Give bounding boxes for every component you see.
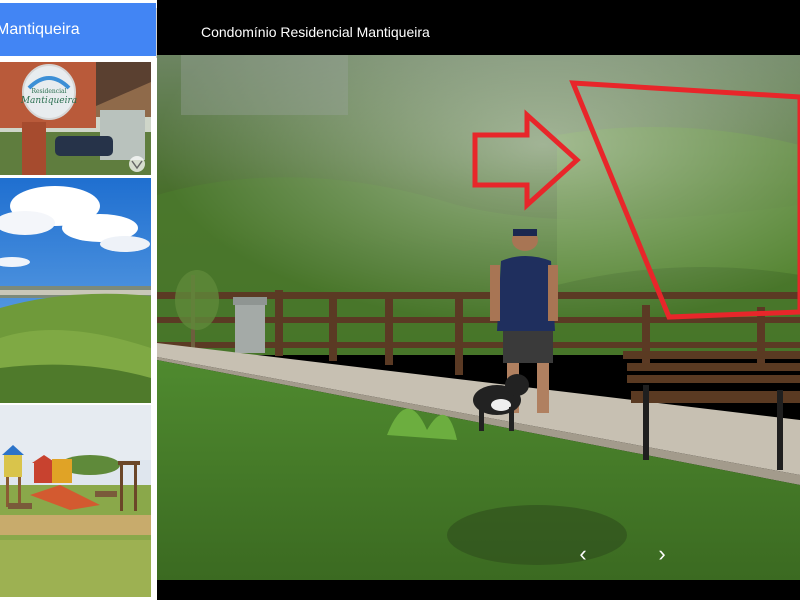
photo-sidebar: Mantiqueira Residencial Mantiqueira xyxy=(0,0,156,600)
thumbnail-playground[interactable] xyxy=(0,405,151,597)
sign-text-line-2: Mantiqueira xyxy=(20,96,77,106)
sign-text-line-1: Residencial xyxy=(31,88,66,95)
sidebar-header: Mantiqueira xyxy=(0,3,156,56)
previous-photo-button[interactable]: ‹ xyxy=(571,540,595,568)
main-photo[interactable] xyxy=(157,55,800,580)
sidebar-title: Mantiqueira xyxy=(0,21,80,38)
thumbnail-hillside[interactable] xyxy=(0,178,151,403)
thumbnail-entrance-sign[interactable]: Residencial Mantiqueira xyxy=(0,62,151,175)
next-photo-button[interactable]: › xyxy=(650,540,674,568)
photo-viewer: Condomínio Residencial Mantiqueira ‹ › xyxy=(157,0,800,600)
viewer-title: Condomínio Residencial Mantiqueira xyxy=(201,24,430,40)
